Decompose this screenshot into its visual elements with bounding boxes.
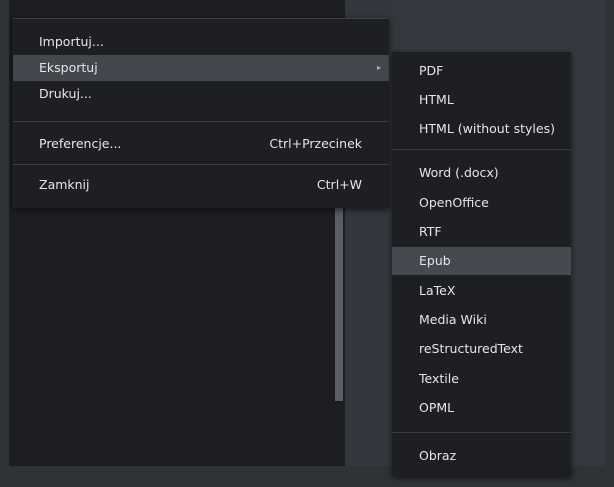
file-menu: Importuj... Eksportuj ▸ Drukuj... Prefer…	[13, 18, 389, 208]
export-submenu: PDF HTML HTML (without styles) Word (.do…	[392, 52, 571, 476]
submenu-item-label: Media Wiki	[419, 312, 487, 327]
export-restructuredtext[interactable]: reStructuredText	[392, 335, 571, 363]
window-right-edge	[605, 0, 614, 487]
export-latex[interactable]: LaTeX	[392, 277, 571, 305]
menu-separator	[13, 164, 389, 165]
menu-separator	[13, 121, 389, 122]
menu-item-export[interactable]: Eksportuj ▸	[13, 55, 389, 81]
export-epub[interactable]: Epub	[392, 247, 571, 275]
export-opml[interactable]: OPML	[392, 394, 571, 422]
menu-item-import[interactable]: Importuj...	[13, 29, 389, 55]
export-word-docx[interactable]: Word (.docx)	[392, 159, 571, 187]
menu-item-label: Eksportuj	[39, 60, 98, 75]
submenu-item-label: Epub	[419, 253, 451, 268]
editor-scrollbar[interactable]	[335, 205, 343, 401]
submenu-item-label: reStructuredText	[419, 341, 523, 356]
submenu-item-label: PDF	[419, 63, 444, 78]
submenu-item-label: OPML	[419, 400, 455, 415]
export-rtf[interactable]: RTF	[392, 218, 571, 246]
export-html-without-styles[interactable]: HTML (without styles)	[392, 115, 571, 143]
menu-item-label: Zamknij	[39, 177, 90, 192]
export-html[interactable]: HTML	[392, 86, 571, 114]
menu-item-shortcut: Ctrl+Przecinek	[269, 136, 362, 151]
submenu-item-label: RTF	[419, 224, 442, 239]
submenu-item-label: HTML (without styles)	[419, 121, 555, 136]
submenu-item-label: LaTeX	[419, 283, 456, 298]
menu-item-shortcut: Ctrl+W	[316, 177, 362, 192]
submenu-arrow-icon: ▸	[376, 63, 381, 72]
export-image[interactable]: Obraz	[392, 442, 571, 470]
menu-item-print[interactable]: Drukuj...	[13, 81, 389, 107]
menu-item-close[interactable]: Zamknij Ctrl+W	[13, 172, 389, 198]
menu-item-label: Preferencje...	[39, 136, 122, 151]
menu-item-preferences[interactable]: Preferencje... Ctrl+Przecinek	[13, 131, 389, 157]
export-openoffice[interactable]: OpenOffice	[392, 189, 571, 217]
submenu-separator	[392, 432, 571, 433]
menu-item-label: Importuj...	[39, 34, 104, 49]
export-textile[interactable]: Textile	[392, 365, 571, 393]
app-window: Importuj... Eksportuj ▸ Drukuj... Prefer…	[0, 0, 614, 487]
submenu-item-label: Textile	[419, 371, 459, 386]
submenu-item-label: OpenOffice	[419, 195, 489, 210]
submenu-item-label: HTML	[419, 92, 454, 107]
submenu-item-label: Word (.docx)	[419, 165, 499, 180]
menu-item-label: Drukuj...	[39, 86, 92, 101]
export-pdf[interactable]: PDF	[392, 57, 571, 85]
submenu-separator	[392, 149, 571, 150]
submenu-item-label: Obraz	[419, 448, 457, 463]
window-left-edge	[0, 0, 9, 466]
export-media-wiki[interactable]: Media Wiki	[392, 306, 571, 334]
